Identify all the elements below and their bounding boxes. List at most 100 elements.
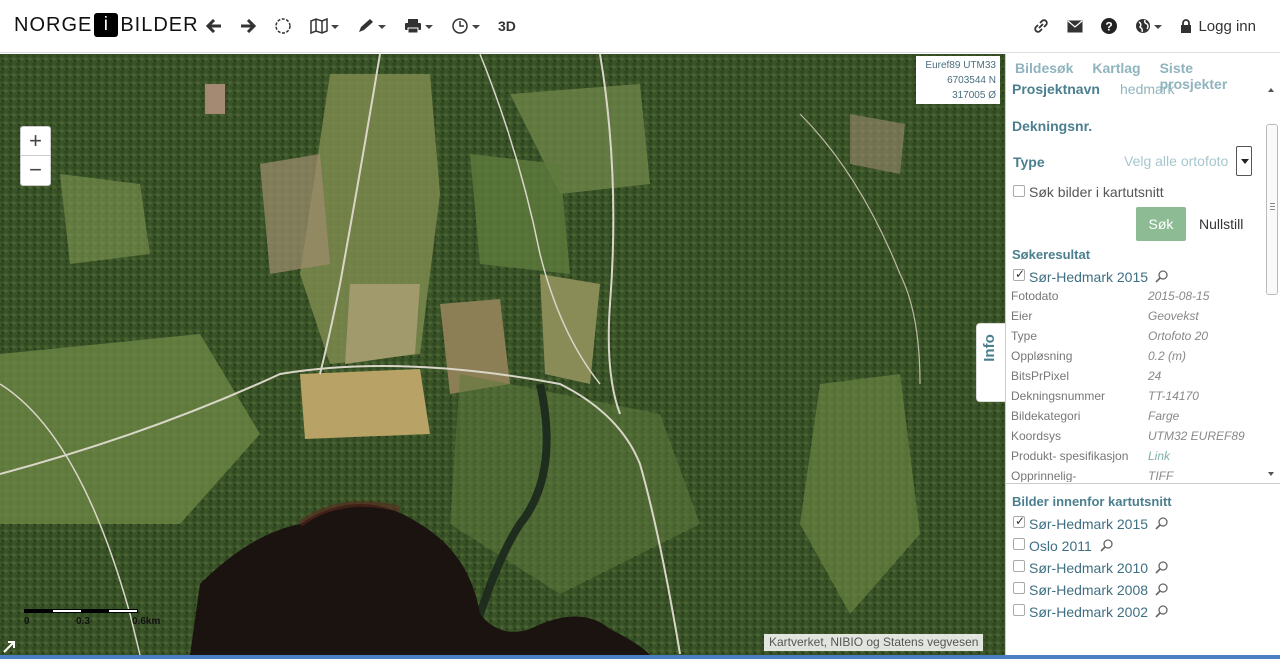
in-view-checkbox[interactable]: [1013, 514, 1025, 528]
metadata-key: Produkt- spesifikasjon: [1011, 449, 1129, 463]
project-name-label: Prosjektnavn: [1012, 81, 1100, 97]
type-label: Type: [1013, 154, 1045, 170]
aerial-map[interactable]: + − Euref89 UTM33 6703544 N 317005 Ø 0 0…: [0, 54, 1005, 655]
map-icon[interactable]: [310, 18, 339, 34]
logo[interactable]: NORGE i BILDER: [14, 12, 199, 38]
scale-segment: [81, 610, 109, 612]
in-view-item[interactable]: Sør-Hedmark 2010: [1029, 560, 1148, 576]
metadata-key: BitsPrPixel: [1011, 369, 1070, 383]
map-attribution: Kartverket, NIBIO og Statens vegvesen: [764, 634, 984, 651]
in-view-heading: Bilder innenfor kartutsnitt: [1012, 494, 1172, 509]
svg-text:?: ?: [1106, 20, 1113, 34]
metadata-value: 0.2 (m): [1148, 349, 1187, 363]
metadata-value: Geovekst: [1148, 309, 1199, 323]
search-in-view-checkbox[interactable]: [1013, 185, 1025, 197]
metadata-row: Bildekategori Farge: [1011, 409, 1271, 429]
project-name-value[interactable]: hedmark: [1120, 81, 1174, 97]
in-view-checkbox[interactable]: [1013, 538, 1025, 550]
chevron-down-icon: [378, 25, 386, 29]
coordinate-east: 317005 Ø: [952, 90, 996, 101]
zoom-in-button[interactable]: +: [21, 127, 50, 156]
zoom-out-button[interactable]: −: [21, 156, 50, 185]
reset-button[interactable]: Nullstill: [1199, 216, 1243, 232]
chevron-down-icon[interactable]: [1236, 146, 1252, 176]
metadata-value: Farge: [1148, 409, 1180, 423]
section-divider: [1006, 483, 1280, 484]
metadata-row: Type Ortofoto 20: [1011, 329, 1271, 349]
coordinate-north: 6703544 N: [947, 75, 996, 86]
metadata-key: Type: [1011, 329, 1038, 343]
envelope-icon[interactable]: [1067, 20, 1083, 33]
metadata-row: Produkt- spesifikasjon Link: [1011, 449, 1271, 469]
pencil-icon[interactable]: [357, 18, 386, 34]
metadata-key: Koordsys: [1011, 429, 1062, 443]
scale-label-mid: 0.3: [76, 616, 90, 627]
circle-icon[interactable]: [274, 17, 292, 35]
metadata-value: 24: [1148, 369, 1162, 383]
zoom-to-icon[interactable]: [1155, 516, 1169, 530]
info-tab-label: Info: [981, 334, 998, 362]
result-title[interactable]: Sør-Hedmark 2015: [1029, 269, 1148, 285]
panel-scrollbar[interactable]: [1266, 124, 1278, 295]
question-icon[interactable]: ?: [1101, 18, 1118, 34]
metadata-key: Oppløsning: [1011, 349, 1073, 363]
chevron-down-icon: [425, 25, 433, 29]
zoom-to-icon[interactable]: [1155, 560, 1169, 574]
metadata-row: Koordsys UTM32 EUREF89: [1011, 429, 1271, 449]
info-tab[interactable]: Info: [976, 323, 1006, 402]
clock-icon[interactable]: [451, 17, 480, 35]
zoom-to-icon[interactable]: [1155, 582, 1169, 596]
taskbar-strip: [0, 655, 1280, 659]
in-view-item[interactable]: Sør-Hedmark 2015: [1029, 516, 1148, 532]
in-view-item[interactable]: Sør-Hedmark 2002: [1029, 604, 1148, 620]
in-view-item[interactable]: Sør-Hedmark 2008: [1029, 582, 1148, 598]
metadata-value: Ortofoto 20: [1148, 329, 1209, 343]
zoom-to-icon[interactable]: [1155, 604, 1169, 618]
search-in-view-label: Søk bilder i kartutsnitt: [1029, 184, 1164, 200]
map-toolbar: 3D: [206, 14, 534, 38]
chevron-down-icon: [472, 25, 480, 29]
coverage-number-label: Dekningsnr.: [1012, 118, 1093, 134]
result-checkbox[interactable]: [1013, 267, 1025, 281]
metadata-row: Fotodato 2015-08-15: [1011, 289, 1271, 309]
product-spec-link[interactable]: Link: [1148, 449, 1170, 463]
globe-icon[interactable]: [1135, 18, 1163, 34]
metadata-row: Opprinnelig- TIFF: [1011, 469, 1271, 482]
login-button[interactable]: Logg inn: [1180, 18, 1256, 35]
metadata-row: Dekningsnummer TT-14170: [1011, 389, 1271, 409]
coordinate-system: Euref89 UTM33: [925, 60, 996, 71]
results-heading: Søkeresultat: [1012, 247, 1091, 262]
arrow-right-icon[interactable]: [240, 19, 256, 33]
zoom-to-icon[interactable]: [1155, 269, 1169, 283]
metadata-value: UTM32 EUREF89: [1148, 429, 1245, 443]
logo-text-left: NORGE: [14, 13, 93, 36]
in-view-checkbox[interactable]: [1013, 560, 1025, 572]
scroll-up-icon[interactable]: [1268, 88, 1274, 92]
scale-bar-graphic: [24, 609, 138, 613]
login-label: Logg inn: [1198, 17, 1256, 35]
metadata-key: Opprinnelig-: [1011, 469, 1077, 482]
lock-icon: [1181, 18, 1192, 33]
chevron-down-icon: [331, 25, 339, 29]
type-select-value: Velg alle ortofoto: [1124, 153, 1229, 169]
zoom-to-icon[interactable]: [1100, 538, 1114, 552]
search-button[interactable]: Søk: [1136, 207, 1186, 241]
in-view-checkbox[interactable]: [1013, 582, 1025, 594]
scrollbar-grip-icon: [1270, 203, 1275, 210]
metadata-row: Eier Geovekst: [1011, 309, 1271, 329]
scale-bar: 0 0.3 0.6km: [24, 609, 174, 631]
tab-siste-prosjekter[interactable]: Siste prosjekter: [1160, 60, 1261, 92]
arrow-left-icon[interactable]: [206, 19, 222, 33]
3d-button[interactable]: 3D: [498, 18, 516, 34]
printer-icon[interactable]: [404, 18, 433, 34]
metadata-row: Oppløsning 0.2 (m): [1011, 349, 1271, 369]
type-select[interactable]: Velg alle ortofoto: [1120, 146, 1252, 176]
in-view-item[interactable]: Oslo 2011: [1029, 538, 1092, 554]
chevron-down-icon: [1154, 25, 1163, 29]
top-bar: NORGE i BILDER 3D ? Logg inn: [0, 0, 1280, 53]
expand-icon[interactable]: [2, 640, 16, 654]
metadata-key: Bildekategori: [1011, 409, 1081, 423]
logo-i: i: [94, 13, 119, 37]
in-view-checkbox[interactable]: [1013, 604, 1025, 616]
link-icon[interactable]: [1033, 18, 1049, 34]
